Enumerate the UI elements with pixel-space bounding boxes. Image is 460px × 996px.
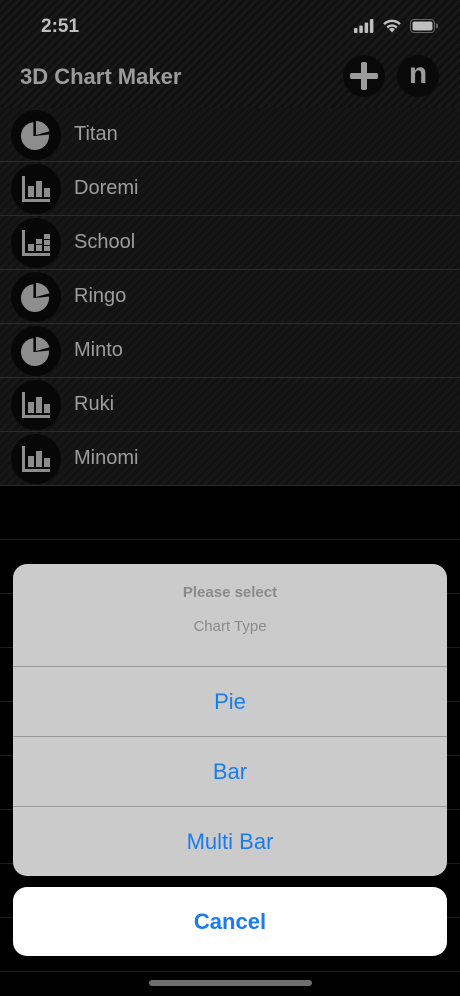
action-sheet-title: Please select	[182, 584, 278, 601]
action-sheet: Please select Chart Type Pie Bar Multi B…	[13, 564, 447, 876]
action-sheet-header: Please select Chart Type	[13, 564, 447, 667]
action-sheet-message: Chart Type	[193, 618, 267, 635]
multi-bar-option-button[interactable]: Multi Bar	[13, 807, 447, 876]
pie-option-button[interactable]: Pie	[13, 667, 447, 737]
screen: 2:51 3D Chart Maker n Titan Doremi Schoo…	[0, 0, 460, 996]
home-indicator[interactable]	[149, 980, 312, 986]
cancel-button[interactable]: Cancel	[13, 887, 447, 956]
bar-option-button[interactable]: Bar	[13, 737, 447, 807]
